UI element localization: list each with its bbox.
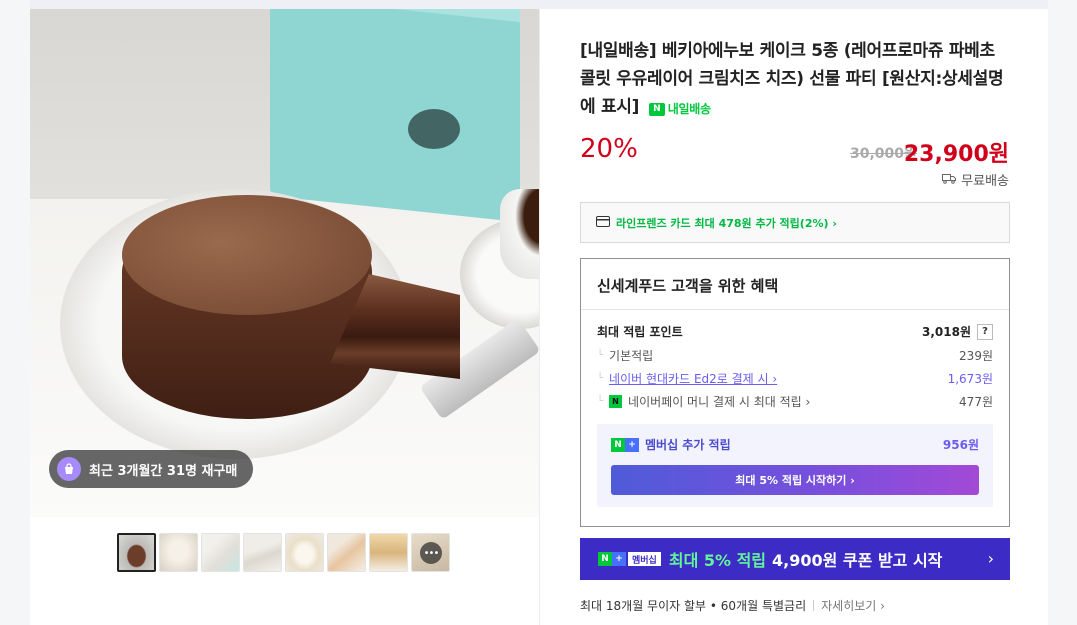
basic-points-value: 239원 <box>959 349 993 363</box>
product-title-text: [내일배송] 베키아에누보 케이크 5종 (레어프로마쥬 파베초콜릿 우유레이어… <box>580 41 1004 117</box>
thumbnail-more[interactable]: ••• <box>411 533 450 572</box>
thumbnail-7[interactable] <box>369 533 408 572</box>
product-title: [내일배송] 베키아에누보 케이크 5종 (레어프로마쥬 파베초콜릿 우유레이어… <box>580 37 1010 123</box>
pay-points-row: └ N 네이버페이 머니 결제 시 최대 적립 › 477원 <box>597 393 993 410</box>
thumbnail-6[interactable] <box>327 533 366 572</box>
max-points-label: 최대 적립 포인트 <box>597 325 683 339</box>
thumbnail-4[interactable] <box>243 533 282 572</box>
membership-badge: N + 멤버십 <box>598 552 661 566</box>
naver-n-icon: N <box>611 437 625 452</box>
thumbnail-3[interactable] <box>201 533 240 572</box>
max-points-row: 최대 적립 포인트 3,018원 ? <box>597 323 993 340</box>
naver-plus-icon: N + <box>611 437 639 452</box>
installment-info: 최대 18개월 무이자 할부 • 60개월 특별금리 자세히보기 › <box>580 597 885 614</box>
card-points-row: └ 네이버 현대카드 Ed2로 결제 시 › 1,673원 <box>597 370 993 387</box>
credit-card-icon <box>596 215 610 230</box>
sale-price: 23,900원 <box>903 142 1009 167</box>
top-bar <box>30 0 1048 9</box>
thumbnail-2[interactable] <box>159 533 198 572</box>
membership-row: N + 멤버십 추가 적립 956원 <box>611 436 979 453</box>
start-membership-button[interactable]: 최대 5% 적립 시작하기 › <box>611 465 979 495</box>
tree-connector-icon: └ <box>597 396 604 407</box>
membership-box: N + 멤버십 추가 적립 956원 최대 5% 적립 시작하기 › <box>597 424 993 507</box>
naver-n-icon: N <box>598 552 612 566</box>
thumbnail-1[interactable] <box>117 533 156 572</box>
benefit-title: 신세계푸드 고객을 위한 혜택 <box>597 277 779 295</box>
product-info: [내일배송] 베키아에누보 케이크 5종 (레어프로마쥬 파베초콜릿 우유레이어… <box>539 9 1048 625</box>
thumbnail-5[interactable] <box>285 533 324 572</box>
benefit-box: 신세계푸드 고객을 위한 혜택 최대 적립 포인트 3,018원 ? └ 기본적… <box>580 258 1010 527</box>
repurchase-text: 최근 3개월간 31명 재구매 <box>89 463 238 479</box>
basic-points-row: └ 기본적립 239원 <box>597 347 993 364</box>
divider <box>813 600 815 611</box>
pay-points-value: 477원 <box>959 395 993 409</box>
naver-n-icon: N <box>648 102 665 116</box>
max-points-value: 3,018원 <box>922 325 971 339</box>
product-page: 최근 3개월간 31명 재구매 ••• [내일배송] 베키아에누보 케이크 5종… <box>0 0 1077 625</box>
shipping-text: 무료배송 <box>961 174 1009 189</box>
membership-tag: 멤버십 <box>628 552 661 566</box>
installment-more-link[interactable]: 자세히보기 › <box>821 597 885 614</box>
more-dots-icon: ••• <box>420 542 442 564</box>
photo-box-logo <box>408 109 460 149</box>
card-promo-banner[interactable]: 라인프렌즈 카드 최대 478원 추가 적립(2%) › <box>580 202 1010 243</box>
card-points-value: 1,673원 <box>947 372 993 386</box>
basic-points-label: 기본적립 <box>609 349 654 363</box>
membership-label: 멤버십 추가 적립 <box>645 438 731 452</box>
thumbnail-list: ••• <box>117 533 450 572</box>
help-icon[interactable]: ? <box>977 323 993 340</box>
truck-icon <box>942 172 957 188</box>
photo-gift-box <box>270 9 520 223</box>
coupon-amount-text: 4,900원 쿠폰 받고 시작 <box>772 551 943 570</box>
delivery-badge: N 내일배송 <box>648 95 711 123</box>
membership-coupon-banner[interactable]: N + 멤버십 최대 5% 적립 4,900원 쿠폰 받고 시작 › <box>580 538 1010 580</box>
photo-cake-top <box>122 195 372 315</box>
card-points-link[interactable]: 네이버 현대카드 Ed2로 결제 시 › <box>609 370 777 387</box>
chevron-right-icon: › <box>987 549 994 568</box>
tree-connector-icon: └ <box>597 350 604 361</box>
shipping-info: 무료배송 <box>942 170 1009 189</box>
coupon-rate-text: 최대 5% 적립 <box>668 551 767 570</box>
discount-rate: 20% <box>580 134 638 164</box>
photo-coffee-cup <box>500 189 539 279</box>
main-product-image[interactable]: 최근 3개월간 31명 재구매 <box>30 9 539 517</box>
plus-icon: + <box>625 437 639 452</box>
installment-text: 최대 18개월 무이자 할부 • 60개월 특별금리 <box>580 599 807 613</box>
repurchase-badge: 최근 3개월간 31명 재구매 <box>49 450 254 488</box>
divider <box>581 309 1009 310</box>
shopping-bag-icon <box>57 457 81 481</box>
product-gallery: 최근 3개월간 31명 재구매 ••• <box>30 9 539 625</box>
card-promo-text: 라인프렌즈 카드 최대 478원 추가 적립(2%) › <box>616 216 837 230</box>
tree-connector-icon: └ <box>597 373 604 384</box>
pay-points-link[interactable]: 네이버페이 머니 결제 시 최대 적립 › <box>628 393 810 410</box>
naver-pay-icon: N <box>609 395 623 408</box>
membership-value: 956원 <box>942 438 979 452</box>
delivery-label: 내일배송 <box>667 102 711 116</box>
plus-icon: + <box>612 552 626 566</box>
